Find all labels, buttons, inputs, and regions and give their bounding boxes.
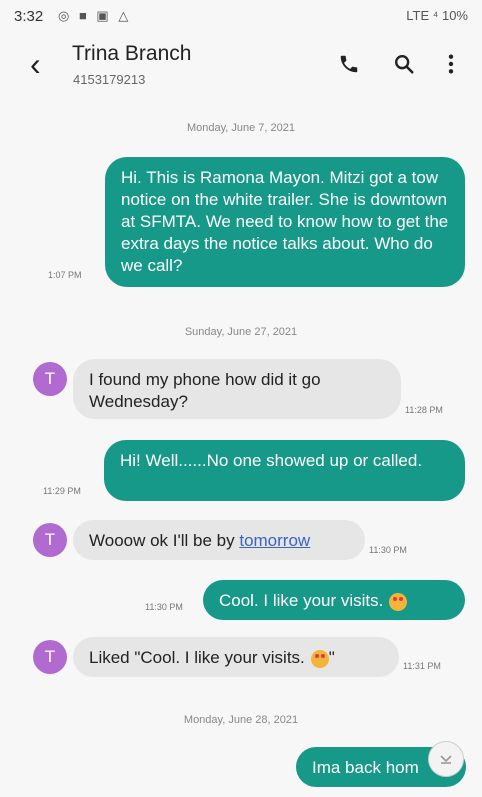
message-text-suffix: ": [328, 648, 335, 667]
notification-icons: ◎ ■ ▣ △: [58, 8, 132, 23]
outgoing-message[interactable]: Hi. This is Ramona Mayon. Mitzi got a to…: [105, 157, 465, 287]
outgoing-message[interactable]: Cool. I like your visits.: [203, 580, 465, 620]
star-struck-emoji-icon: [389, 592, 408, 611]
message-text: Cool. I like your visits.: [219, 591, 384, 610]
contact-number: 4153179213: [73, 72, 146, 87]
message-time: 11:29 PM: [43, 486, 81, 496]
signal-battery-status: LTE ⁴ 10%: [406, 8, 468, 23]
contact-avatar[interactable]: T: [33, 362, 67, 396]
message-list[interactable]: Monday, June 7, 2021 1:07 PM Hi. This is…: [0, 102, 482, 797]
contact-name: Trina Branch: [72, 42, 192, 65]
message-time: 11:31 PM: [403, 661, 441, 671]
conversation-header: ‹ Trina Branch 4153179213: [0, 32, 482, 102]
message-time: 1:07 PM: [48, 270, 82, 280]
message-text: Wooow ok I'll be by: [89, 531, 240, 550]
outgoing-message[interactable]: Hi! Well......No one showed up or called…: [104, 440, 465, 501]
message-time: 11:28 PM: [405, 405, 443, 415]
date-divider: Sunday, June 27, 2021: [184, 326, 298, 338]
date-divider: Monday, June 28, 2021: [183, 714, 299, 726]
incoming-message[interactable]: I found my phone how did it go Wednesday…: [73, 359, 401, 419]
phone-icon[interactable]: [335, 50, 363, 78]
message-time: 11:30 PM: [145, 602, 183, 612]
status-bar: 3:32 ◎ ■ ▣ △ LTE ⁴ 10%: [0, 0, 482, 32]
contact-avatar[interactable]: T: [33, 640, 67, 674]
back-arrow-icon[interactable]: ‹: [30, 48, 41, 80]
message-text: Liked "Cool. I like your visits.: [89, 648, 305, 667]
date-divider: Monday, June 7, 2021: [186, 122, 296, 134]
status-time: 3:32: [14, 8, 44, 25]
scroll-down-icon[interactable]: [428, 741, 464, 777]
reaction-message[interactable]: Liked "Cool. I like your visits. ": [73, 637, 399, 677]
date-link[interactable]: tomorrow: [239, 531, 310, 550]
message-time: 11:30 PM: [369, 545, 407, 555]
more-options-icon[interactable]: [437, 50, 465, 78]
contact-avatar[interactable]: T: [33, 523, 67, 557]
star-struck-emoji-icon: [310, 649, 329, 668]
search-icon[interactable]: [390, 50, 418, 78]
incoming-message[interactable]: Wooow ok I'll be by tomorrow: [73, 520, 365, 560]
